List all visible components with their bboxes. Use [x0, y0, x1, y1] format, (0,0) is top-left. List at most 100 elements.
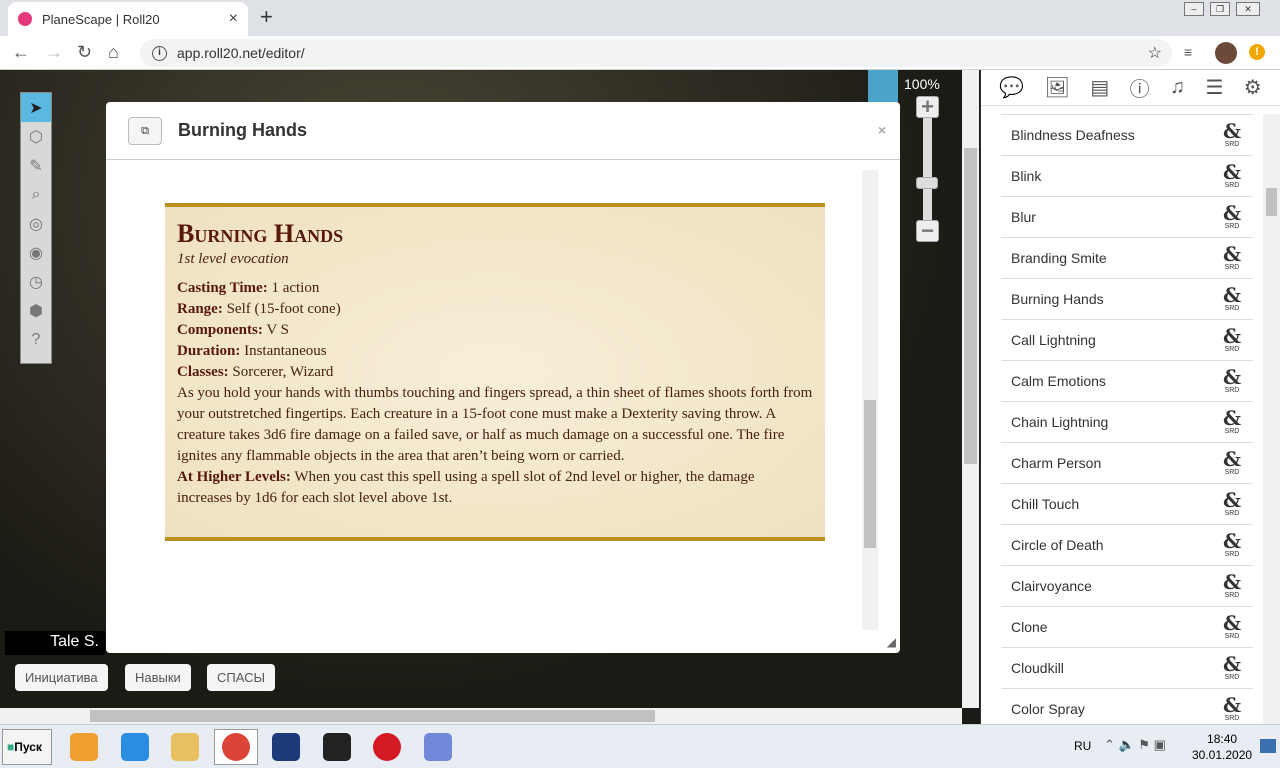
- spell-list-item[interactable]: Burning Hands & SRD: [1001, 278, 1253, 319]
- taskbar-chrome-icon[interactable]: [213, 729, 258, 765]
- canvas-vertical-scrollbar[interactable]: [962, 70, 979, 708]
- dnd-srd-logo-icon: & SRD: [1222, 282, 1241, 312]
- spell-list-label: Blur: [1011, 209, 1036, 225]
- art-icon[interactable]: 🖼: [1045, 75, 1070, 100]
- field-value: Instantaneous: [240, 343, 327, 359]
- journal-icon[interactable]: ▤: [1090, 75, 1109, 100]
- spell-field: Range: Self (15-foot cone): [177, 299, 813, 320]
- spell-list-item[interactable]: Clairvoyance & SRD: [1001, 565, 1253, 606]
- url-text: app.roll20.net/editor/: [177, 45, 305, 61]
- new-tab-button[interactable]: +: [260, 4, 273, 30]
- dnd-srd-logo-icon: & SRD: [1222, 405, 1241, 435]
- brush-icon[interactable]: ✎: [21, 151, 51, 180]
- taskbar-media-player-icon[interactable]: [62, 729, 106, 765]
- dialog-title: Burning Hands: [178, 120, 307, 140]
- list-icon[interactable]: ☰: [1205, 75, 1223, 100]
- browser-tab[interactable]: PlaneScape | Roll20 ×: [8, 2, 248, 36]
- field-value: Self (15-foot cone): [222, 301, 341, 317]
- canvas-horizontal-scrollbar[interactable]: [0, 708, 962, 724]
- update-icon[interactable]: !: [1249, 44, 1265, 60]
- clock[interactable]: 18:40 30.01.2020: [1192, 731, 1252, 763]
- higher-levels-label: At Higher Levels:: [177, 469, 291, 485]
- minimize-button[interactable]: –: [1184, 2, 1204, 16]
- higher-levels: At Higher Levels: When you cast this spe…: [177, 467, 813, 509]
- show-desktop-icon[interactable]: [1260, 739, 1276, 753]
- taskbar-photoshop-icon[interactable]: [264, 729, 308, 765]
- clock-icon[interactable]: ◷: [21, 267, 51, 296]
- spell-list-item[interactable]: Chill Touch & SRD: [1001, 483, 1253, 524]
- magnifier-icon[interactable]: ⌕: [21, 180, 51, 209]
- macro-initiative-button[interactable]: Инициатива: [15, 664, 108, 691]
- back-icon[interactable]: ←: [12, 42, 30, 63]
- home-icon[interactable]: ⌂: [108, 42, 119, 63]
- spell-list-item[interactable]: Chain Lightning & SRD: [1001, 401, 1253, 442]
- language-indicator[interactable]: RU: [1074, 739, 1091, 753]
- help-icon[interactable]: ?: [21, 325, 51, 354]
- cube-icon[interactable]: ⬡: [21, 122, 51, 151]
- compass-icon[interactable]: ◎: [21, 209, 51, 238]
- page-toolbar-icon[interactable]: [868, 70, 898, 102]
- macro-skills-button[interactable]: Навыки: [125, 664, 191, 691]
- spell-list-item[interactable]: Charm Person & SRD: [1001, 442, 1253, 483]
- spell-list-item[interactable]: Blindness Deafness & SRD: [1001, 114, 1253, 155]
- reload-icon[interactable]: ↻: [77, 42, 92, 63]
- eye-icon[interactable]: ◉: [21, 238, 51, 267]
- settings-icon[interactable]: ⚙: [1244, 75, 1262, 100]
- jukebox-icon[interactable]: ♫: [1170, 76, 1185, 99]
- spell-list-item[interactable]: Blur & SRD: [1001, 196, 1253, 237]
- close-dialog-icon[interactable]: ×: [878, 122, 886, 138]
- tray-icons[interactable]: ⌃ 🔈 ⚑ ▣: [1104, 737, 1166, 753]
- spell-field: Duration: Instantaneous: [177, 341, 813, 362]
- resize-handle-icon[interactable]: ◢: [887, 635, 896, 649]
- taskbar-internet-explorer-icon[interactable]: [113, 729, 157, 765]
- zoom-slider-handle[interactable]: [916, 177, 938, 189]
- info-icon[interactable]: i: [152, 45, 167, 61]
- star-icon[interactable]: ☆: [1148, 43, 1162, 63]
- spell-list-item[interactable]: Color Spray & SRD: [1001, 688, 1253, 729]
- spell-list-label: Call Lightning: [1011, 332, 1096, 348]
- player-name: Tale S.: [5, 631, 105, 655]
- zoom-slider-track[interactable]: [923, 118, 932, 220]
- spell-list-item[interactable]: Calm Emotions & SRD: [1001, 360, 1253, 401]
- spell-list-item[interactable]: Cloudkill & SRD: [1001, 647, 1253, 688]
- spell-list-item[interactable]: Circle of Death & SRD: [1001, 524, 1253, 565]
- close-window-button[interactable]: ✕: [1236, 2, 1260, 16]
- d20-icon[interactable]: ⬢: [21, 296, 51, 325]
- info-icon[interactable]: ⓘ: [1130, 73, 1150, 102]
- taskbar-opera-icon[interactable]: [365, 729, 409, 765]
- media-icon[interactable]: ≡: [1184, 44, 1192, 60]
- taskbar-nox-icon[interactable]: [315, 729, 359, 765]
- chat-icon[interactable]: 💬: [999, 75, 1024, 100]
- avatar[interactable]: [1215, 42, 1237, 64]
- sidebar-scrollbar[interactable]: [1263, 114, 1280, 724]
- forward-icon[interactable]: →: [45, 42, 63, 63]
- restore-button[interactable]: ❐: [1210, 2, 1230, 16]
- close-tab-icon[interactable]: ×: [229, 10, 238, 28]
- right-sidebar: 💬 🖼 ▤ ⓘ ♫ ☰ ⚙ Blindness Deafness & SRD Blink & SRD B…: [980, 70, 1280, 724]
- taskbar-explorer-icon[interactable]: [163, 729, 207, 765]
- dnd-srd-logo-icon: & SRD: [1222, 241, 1241, 271]
- spell-list-item[interactable]: Blink & SRD: [1001, 155, 1253, 196]
- macro-saves-button[interactable]: СПАСЫ: [207, 664, 276, 691]
- spell-field: Casting Time: 1 action: [177, 278, 813, 299]
- spell-list-label: Cloudkill: [1011, 660, 1064, 676]
- spell-list-item[interactable]: Branding Smite & SRD: [1001, 237, 1253, 278]
- tool-bar: ➤ ⬡ ✎ ⌕ ◎ ◉ ◷ ⬢?: [20, 92, 52, 364]
- dialog-scrollbar[interactable]: [862, 170, 878, 630]
- zoom-out-button[interactable]: −: [916, 220, 939, 242]
- spell-list-item[interactable]: Clone & SRD: [1001, 606, 1253, 647]
- roll20-favicon-icon: [18, 12, 32, 26]
- field-value: 1 action: [267, 280, 320, 296]
- dnd-srd-logo-icon: & SRD: [1222, 610, 1241, 640]
- spell-type: 1st level evocation: [177, 251, 289, 267]
- taskbar-discord-icon[interactable]: [416, 729, 460, 765]
- spell-list-item[interactable]: Call Lightning & SRD: [1001, 319, 1253, 360]
- popout-button[interactable]: ⧉: [128, 116, 162, 145]
- start-button[interactable]: ■Пуск: [2, 729, 52, 765]
- dialog-header: ⧉ Burning Hands ×: [106, 102, 900, 160]
- url-input[interactable]: i app.roll20.net/editor/ ☆: [140, 39, 1172, 67]
- zoom-in-button[interactable]: +: [916, 96, 939, 118]
- select-icon[interactable]: ➤: [21, 93, 51, 122]
- spell-list-label: Blink: [1011, 168, 1042, 184]
- dnd-srd-logo-icon: & SRD: [1222, 651, 1241, 681]
